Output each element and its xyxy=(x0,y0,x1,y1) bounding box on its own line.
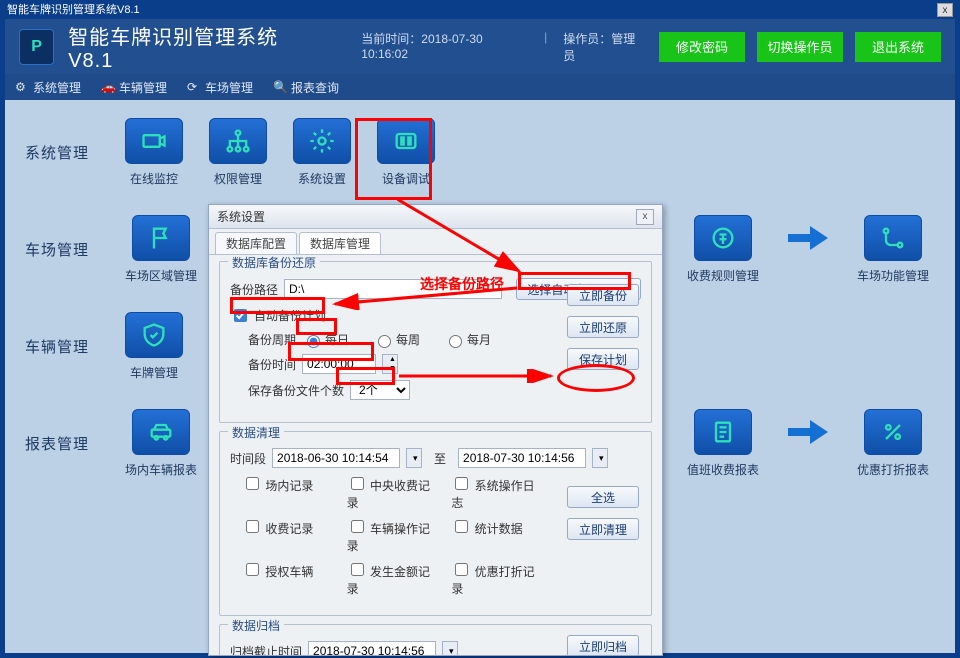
select-all-button[interactable]: 全选 xyxy=(567,486,639,508)
group-data-archive: 数据归档 归档截止时间 ▾ 保留最近 7 天的数据 立即归档 立即保存 xyxy=(219,624,652,655)
window-close-button[interactable]: x xyxy=(937,3,953,17)
shield-icon xyxy=(125,312,183,358)
to-date-picker-button[interactable]: ▾ xyxy=(592,448,608,468)
app-logo-icon: P xyxy=(19,29,54,65)
arrow-right-icon xyxy=(785,409,831,455)
save-plan-button[interactable]: 保存计划 xyxy=(567,348,639,370)
keep-count-label: 保存备份文件个数 xyxy=(248,382,344,399)
tile-plate-manage[interactable]: 车牌管理 xyxy=(125,312,183,381)
archive-deadline-input[interactable] xyxy=(308,641,436,655)
clean-now-button[interactable]: 立即清理 xyxy=(567,518,639,540)
window-titlebar: 智能车牌识别管理系统V8.1 x xyxy=(1,1,959,19)
backup-time-label: 备份时间 xyxy=(248,356,296,373)
tile-system-settings[interactable]: 系统设置 xyxy=(293,118,351,187)
group-backup-restore: 数据库备份还原 备份路径 选择自动备份目录.. 自动备份计划 备份周期 每日 每… xyxy=(219,261,652,423)
section-title-system: 系统管理 xyxy=(25,142,99,163)
from-date-picker-button[interactable]: ▾ xyxy=(406,448,422,468)
window-title: 智能车牌识别管理系统V8.1 xyxy=(7,1,140,19)
archive-now-button[interactable]: 立即归档 xyxy=(567,635,639,655)
auto-backup-checkbox-input[interactable] xyxy=(234,309,247,322)
cycle-week-radio[interactable]: 每周 xyxy=(373,331,420,348)
time-spinner-up[interactable]: ▲ xyxy=(383,355,397,364)
backup-time-input[interactable] xyxy=(302,354,376,374)
dialog-titlebar[interactable]: 系统设置 x xyxy=(209,205,662,229)
menubar: ⚙系统管理 🚗车辆管理 ⟳车场管理 🔍报表查询 xyxy=(5,74,955,100)
chk-amount-records[interactable]: 发生金额记录 xyxy=(347,560,438,597)
arrow-right-icon xyxy=(785,215,831,261)
time-range-label: 时间段 xyxy=(230,450,266,467)
app-header: P 智能车牌识别管理系统V8.1 当前时间：2018-07-30 10:16:0… xyxy=(5,19,955,74)
keep-count-select[interactable]: 2个 xyxy=(350,380,410,400)
archive-deadline-label: 归档截止时间 xyxy=(230,643,302,656)
percent-icon xyxy=(864,409,922,455)
tile-online-monitor[interactable]: 在线监控 xyxy=(125,118,183,187)
group-title-cleanup: 数据清理 xyxy=(228,424,284,441)
range-to-label: 至 xyxy=(434,450,446,467)
route-icon xyxy=(864,215,922,261)
tile-discount-report[interactable]: 优惠打折报表 xyxy=(857,409,929,478)
chk-discount-records[interactable]: 优惠打折记录 xyxy=(451,560,542,597)
time-spinner-down[interactable]: ▼ xyxy=(383,364,397,373)
menu-parking-manage[interactable]: ⟳车场管理 xyxy=(187,79,253,96)
section-title-vehicle: 车辆管理 xyxy=(25,336,99,357)
archive-date-picker-button[interactable]: ▾ xyxy=(442,641,458,655)
cycle-month-radio[interactable]: 每月 xyxy=(444,331,491,348)
chk-system-op-log[interactable]: 系统操作日志 xyxy=(451,474,542,511)
section-title-reports: 报表管理 xyxy=(25,433,99,454)
backup-cycle-label: 备份周期 xyxy=(248,331,296,348)
chk-in-park-records[interactable]: 场内记录 xyxy=(242,474,333,511)
chk-fee-records[interactable]: 收费记录 xyxy=(242,517,333,554)
car-icon: 🚗 xyxy=(101,80,115,94)
car-icon xyxy=(132,409,190,455)
chk-authorized-vehicles[interactable]: 授权车辆 xyxy=(242,560,333,597)
tile-shift-fee-report[interactable]: 值班收费报表 xyxy=(687,409,759,478)
tile-parking-function-manage[interactable]: 车场功能管理 xyxy=(857,215,929,284)
range-from-input[interactable] xyxy=(272,448,400,468)
meter-icon xyxy=(377,118,435,164)
cycle-day-radio[interactable]: 每日 xyxy=(302,331,349,348)
refresh-icon: ⟳ xyxy=(187,80,201,94)
chk-vehicle-op-records[interactable]: 车辆操作记录 xyxy=(347,517,438,554)
group-title-backup: 数据库备份还原 xyxy=(228,255,320,271)
change-password-button[interactable]: 修改密码 xyxy=(659,32,745,62)
search-icon: 🔍 xyxy=(273,80,287,94)
hierarchy-icon xyxy=(209,118,267,164)
tab-db-config[interactable]: 数据库配置 xyxy=(215,232,297,254)
switch-operator-button[interactable]: 切换操作员 xyxy=(757,32,843,62)
menu-vehicle-manage[interactable]: 🚗车辆管理 xyxy=(101,79,167,96)
tile-in-park-vehicle-report[interactable]: 场内车辆报表 xyxy=(125,409,197,478)
range-to-input[interactable] xyxy=(458,448,586,468)
system-settings-dialog: 系统设置 x 数据库配置 数据库管理 数据库备份还原 备份路径 选择自动备份目录… xyxy=(208,204,663,656)
group-title-archive: 数据归档 xyxy=(228,617,284,634)
tile-fee-rule-manage[interactable]: 收费规则管理 xyxy=(687,215,759,284)
auto-backup-checkbox[interactable]: 自动备份计划 xyxy=(230,306,326,325)
camera-icon xyxy=(125,118,183,164)
menu-system-manage[interactable]: ⚙系统管理 xyxy=(15,79,81,96)
chk-stats-data[interactable]: 统计数据 xyxy=(451,517,542,554)
tile-parking-area-manage[interactable]: 车场区域管理 xyxy=(125,215,197,284)
section-title-parking: 车场管理 xyxy=(25,239,99,260)
dialog-close-button[interactable]: x xyxy=(636,209,654,225)
gear-icon: ⚙ xyxy=(15,80,29,94)
tile-permission-manage[interactable]: 权限管理 xyxy=(209,118,267,187)
operator-label: 操作员：管理员 xyxy=(563,30,645,64)
doc-icon xyxy=(694,409,752,455)
exit-system-button[interactable]: 退出系统 xyxy=(855,32,941,62)
backup-path-label: 备份路径 xyxy=(230,281,278,298)
tile-device-debug[interactable]: 设备调试 xyxy=(377,118,435,187)
dialog-title-text: 系统设置 xyxy=(217,208,265,225)
gear-icon xyxy=(293,118,351,164)
header-separator: | xyxy=(544,30,547,64)
chk-central-fee-records[interactable]: 中央收费记录 xyxy=(347,474,438,511)
current-time-label: 当前时间：2018-07-30 10:16:02 xyxy=(361,30,528,64)
group-data-cleanup: 数据清理 时间段 ▾ 至 ▾ 场内记录 中央收费记录 系统操作日志 收费记录 车… xyxy=(219,431,652,616)
menu-report-query[interactable]: 🔍报表查询 xyxy=(273,79,339,96)
flag-icon xyxy=(132,215,190,261)
backup-now-button[interactable]: 立即备份 xyxy=(567,284,639,306)
backup-path-input[interactable] xyxy=(284,279,502,299)
tab-db-manage[interactable]: 数据库管理 xyxy=(299,232,381,254)
coin-icon xyxy=(694,215,752,261)
app-title: 智能车牌识别管理系统V8.1 xyxy=(68,21,317,73)
restore-now-button[interactable]: 立即还原 xyxy=(567,316,639,338)
